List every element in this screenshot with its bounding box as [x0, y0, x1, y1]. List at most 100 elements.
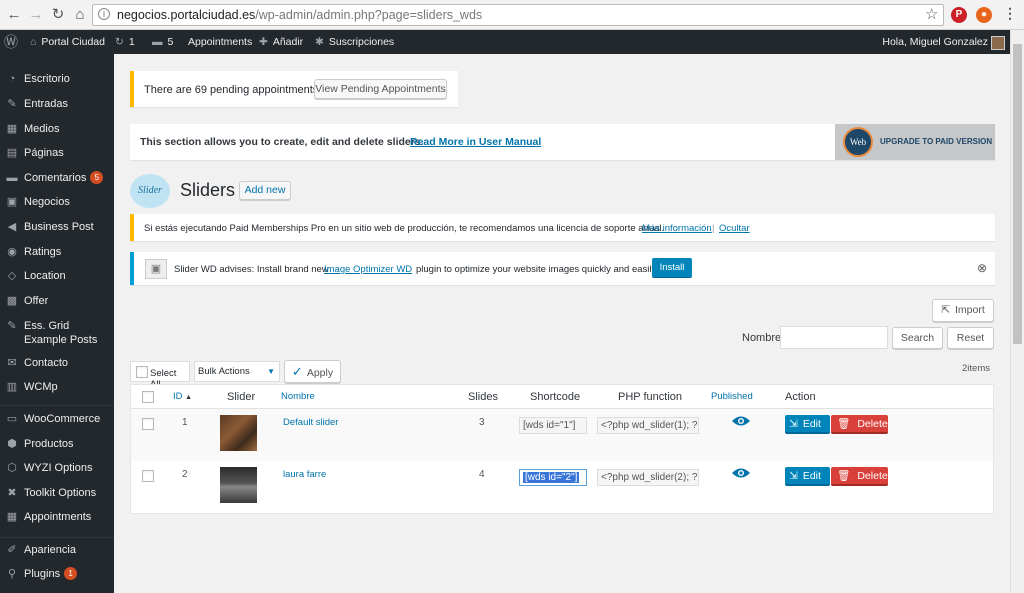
- avatar[interactable]: [991, 36, 1005, 50]
- shortcode-field[interactable]: [wds id="2"]: [519, 469, 587, 486]
- sidebar-item-comentarios[interactable]: ▬ Comentarios 5: [0, 166, 114, 190]
- back-arrow-icon[interactable]: ←: [4, 5, 24, 25]
- sidebar-item-apariencia[interactable]: ✐ Apariencia: [0, 538, 114, 562]
- shortcode-field[interactable]: [wds id="1"]: [519, 417, 587, 434]
- media-icon: ▦: [6, 123, 18, 135]
- header-id[interactable]: ID ▲: [173, 391, 192, 402]
- view-pending-button[interactable]: View Pending Appointments: [314, 79, 447, 99]
- upgrade-banner[interactable]: Web UPGRADE TO PAID VERSION: [835, 124, 995, 160]
- reset-button[interactable]: Reset: [947, 327, 994, 349]
- extension-icon[interactable]: ●: [976, 7, 992, 23]
- sidebar-item-label: Toolkit Options: [24, 487, 97, 499]
- sidebar-item-woocommerce[interactable]: ▭ WooCommerce: [0, 407, 114, 431]
- search-input[interactable]: [780, 326, 888, 349]
- slider-thumbnail: [220, 415, 257, 451]
- sidebar-separator: [0, 537, 114, 538]
- sidebar-item-productos[interactable]: ⬢ Productos: [0, 432, 114, 456]
- adminbar-user-greeting[interactable]: Hola, Miguel Gonzalez: [882, 30, 988, 54]
- pinterest-icon[interactable]: P: [951, 7, 967, 23]
- user-manual-link[interactable]: Read More in User Manual: [410, 136, 541, 148]
- row-checkbox[interactable]: [142, 470, 154, 482]
- menu-icon[interactable]: ⋮: [1003, 5, 1017, 22]
- published-eye-icon[interactable]: [731, 415, 751, 427]
- header-name[interactable]: Nombre: [281, 391, 315, 402]
- adminbar-site[interactable]: ⌂ Portal Ciudad: [30, 30, 105, 54]
- slider-wd-advise-notice: ▣ Slider WD advises: Install brand new I…: [130, 252, 995, 285]
- sidebar-item-toolkit-options[interactable]: ✖ Toolkit Options: [0, 481, 114, 505]
- sliders-table: ID ▲ Slider Nombre Slides Shortcode PHP …: [130, 384, 994, 514]
- edit-button[interactable]: ⇲ Edit: [785, 415, 830, 434]
- adminbar-subscriptions[interactable]: ✱ Suscripciones: [315, 30, 394, 54]
- sidebar-item-negocios[interactable]: ▣ Negocios: [0, 190, 114, 214]
- sidebar-item-business-post[interactable]: ◀ Business Post: [0, 215, 114, 239]
- add-new-label: Añadir: [272, 36, 304, 48]
- sidebar-item-ratings[interactable]: ◉ Ratings: [0, 240, 114, 264]
- sidebar-item-escritorio[interactable]: ◔ Escritorio: [0, 67, 114, 91]
- updates-icon: ↻: [115, 36, 124, 48]
- adminbar-add-new[interactable]: ✚ Añadir: [259, 30, 303, 54]
- sidebar-item-wcmp[interactable]: ▥ WCMp: [0, 375, 114, 399]
- sidebar-item-label: Entradas: [24, 98, 69, 110]
- select-all-control[interactable]: Select All: [130, 361, 190, 390]
- dismiss-icon[interactable]: ⊗: [977, 261, 987, 275]
- ratings-icon: ◉: [7, 246, 17, 258]
- sidebar-item-wyzi-options[interactable]: ⬡ WYZI Options: [0, 456, 114, 480]
- header-slider: Slider: [227, 391, 256, 403]
- reload-icon[interactable]: ↻: [48, 5, 68, 25]
- sidebar-item-plugins[interactable]: ⚲ Plugins 1: [0, 562, 114, 586]
- install-button[interactable]: Install: [652, 258, 692, 278]
- web-logo-icon: Web: [843, 127, 873, 157]
- apply-button[interactable]: ✓ Apply: [284, 360, 341, 383]
- image-optimizer-link[interactable]: Image Optimizer WD: [324, 264, 412, 275]
- pending-appointments-notice: There are 69 pending appointments. View …: [130, 71, 458, 107]
- bulk-actions-select[interactable]: Bulk Actions ▼: [194, 361, 280, 382]
- sidebar-item-label: Ratings: [24, 246, 62, 258]
- delete-button[interactable]: 🗑 Delete: [831, 415, 888, 434]
- comment-icon: ▬: [152, 36, 163, 48]
- search-button[interactable]: Search: [892, 327, 943, 349]
- bookmark-star-icon[interactable]: ☆: [925, 5, 938, 23]
- import-button[interactable]: ⇱ Import: [932, 299, 994, 322]
- trash-icon: 🗑: [837, 470, 851, 482]
- header-published[interactable]: Published: [711, 391, 753, 402]
- sidebar-item-p-ginas[interactable]: ▤ Páginas: [0, 141, 114, 165]
- forward-arrow-icon[interactable]: →: [26, 5, 46, 25]
- advise-text-pre: Slider WD advises: Install brand new: [174, 264, 329, 275]
- adminbar-updates[interactable]: ↻ 1: [115, 30, 135, 54]
- edit-label: Edit: [802, 418, 821, 430]
- sidebar-item-location[interactable]: ◇ Location: [0, 264, 114, 288]
- pmpro-hide-link[interactable]: Ocultar: [719, 223, 750, 234]
- php-function-field[interactable]: <?php wd_slider(2); ?>: [597, 469, 699, 486]
- address-bar[interactable]: negocios.portalciudad.es/wp-admin/admin.…: [92, 4, 944, 26]
- edit-button[interactable]: ⇲ Edit: [785, 467, 830, 486]
- php-function-field[interactable]: <?php wd_slider(1); ?>: [597, 417, 699, 434]
- home-icon[interactable]: ⌂: [70, 5, 90, 25]
- adminbar-appointments[interactable]: Appointments: [188, 30, 252, 54]
- adminbar-comments[interactable]: ▬ 5: [152, 30, 173, 54]
- sidebar-item-medios[interactable]: ▦ Medios: [0, 117, 114, 141]
- slider-name-link[interactable]: laura farre: [283, 469, 326, 480]
- delete-button[interactable]: 🗑 Delete: [831, 467, 888, 486]
- row-checkbox[interactable]: [142, 418, 154, 430]
- scrollbar-thumb[interactable]: [1013, 44, 1022, 344]
- slider-thumbnail: [220, 467, 257, 503]
- sidebar-item-offer[interactable]: ▩ Offer: [0, 289, 114, 313]
- sidebar-item-contacto[interactable]: ✉ Contacto: [0, 351, 114, 375]
- brush-icon: ✐: [7, 544, 17, 556]
- business-icon: ▣: [6, 196, 18, 208]
- slider-name-link[interactable]: Default slider: [283, 417, 338, 428]
- wordpress-logo-icon[interactable]: Ⓦ: [4, 30, 18, 54]
- published-eye-icon[interactable]: [731, 467, 751, 479]
- info-icon[interactable]: i: [98, 8, 110, 20]
- sidebar-item-label: Medios: [24, 123, 60, 135]
- select-all-checkbox[interactable]: [136, 366, 148, 378]
- trash-icon: 🗑: [837, 418, 851, 430]
- add-new-button[interactable]: Add new: [239, 181, 291, 200]
- sidebar-item-appointments[interactable]: ▦ Appointments: [0, 505, 114, 529]
- sidebar-item-ess-grid-example-posts[interactable]: ✎ Ess. Grid Example Posts: [0, 314, 114, 350]
- sidebar-item-entradas[interactable]: ✎ Entradas: [0, 92, 114, 116]
- delete-label: Delete: [857, 470, 888, 482]
- pmpro-more-link[interactable]: Más información: [642, 223, 712, 234]
- header-checkbox[interactable]: [142, 391, 154, 403]
- wcmp-icon: ▥: [6, 381, 18, 393]
